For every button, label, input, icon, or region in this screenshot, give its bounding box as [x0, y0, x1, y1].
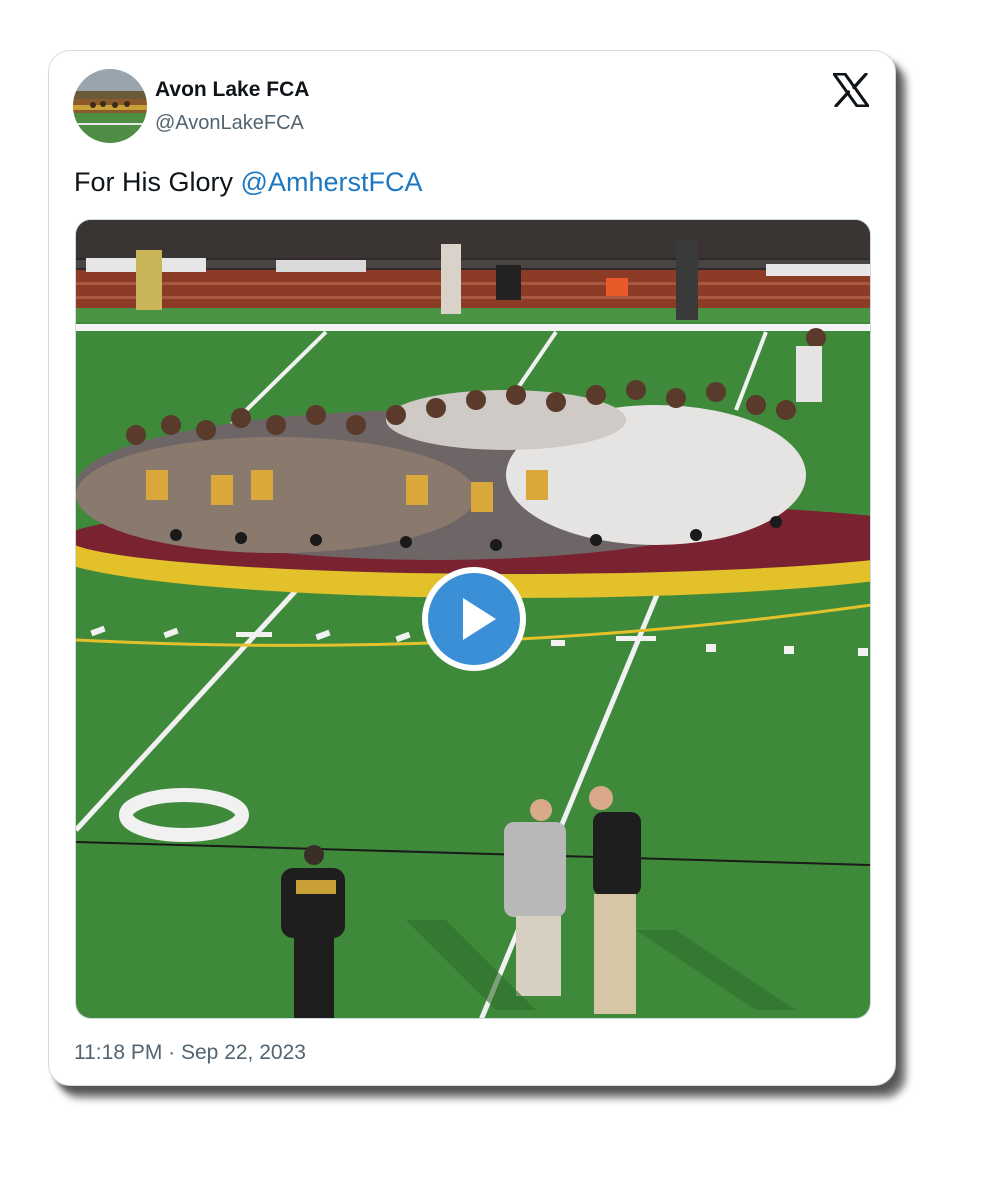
video-thumbnail[interactable] — [75, 219, 871, 1019]
avatar-image — [73, 69, 147, 143]
mention-link[interactable]: @AmherstFCA — [241, 167, 423, 197]
tweet-card[interactable]: Avon Lake FCA @AvonLakeFCA For His Glory… — [48, 50, 896, 1086]
author-handle[interactable]: @AvonLakeFCA — [155, 112, 304, 135]
play-button[interactable] — [419, 564, 529, 674]
x-logo-icon[interactable] — [832, 72, 870, 108]
author-name[interactable]: Avon Lake FCA — [155, 78, 309, 102]
tweet-timestamp[interactable]: 11:18 PM · Sep 22, 2023 — [74, 1041, 306, 1065]
tweet-text-content: For His Glory — [74, 167, 234, 197]
tweet-text: For His Glory @AmherstFCA — [74, 167, 422, 198]
play-icon — [422, 567, 526, 671]
avatar[interactable] — [73, 69, 147, 143]
